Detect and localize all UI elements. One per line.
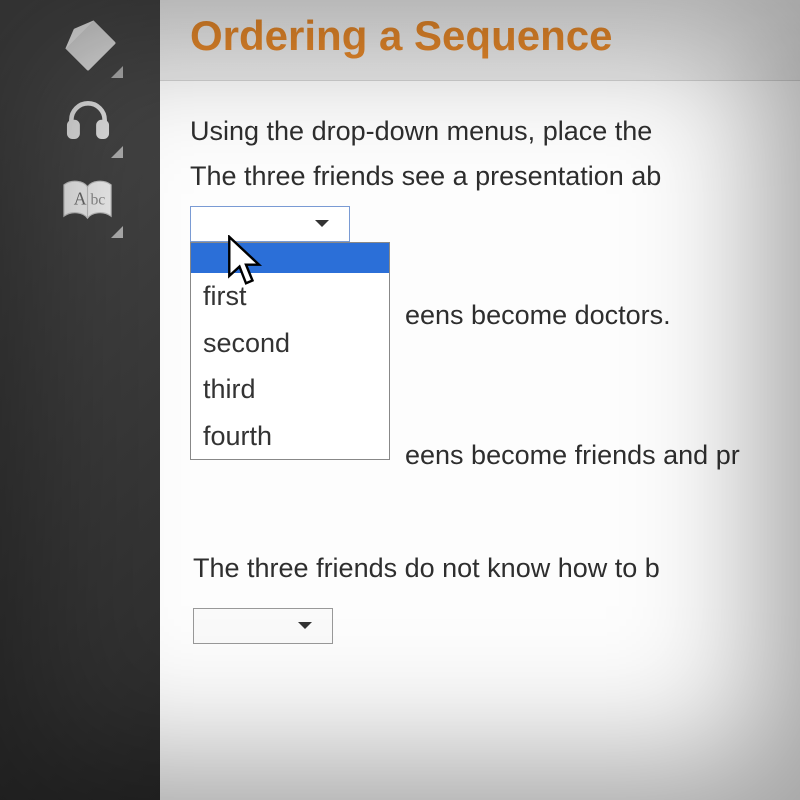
option-blank[interactable] [191,243,389,273]
pencil-icon [59,14,116,71]
content-area: Ordering a Sequence Using the drop-down … [160,0,800,800]
tool-pencil[interactable] [50,5,125,80]
mouse-cursor [225,235,267,292]
select-box[interactable] [190,206,350,242]
book-icon: A bc [60,178,115,228]
option-first[interactable]: first [191,273,389,320]
sentence-fragment-1: eens become doctors. [405,300,671,331]
tool-glossary[interactable]: A bc [50,165,125,240]
page-title: Ordering a Sequence [190,12,770,60]
select-box[interactable] [193,608,333,644]
svg-text:bc: bc [90,191,105,208]
sentence-fragment-3: The three friends do not know how to b [193,553,660,584]
option-third[interactable]: third [191,366,389,413]
instruction-line-1: Using the drop-down menus, place the [190,111,770,152]
svg-text:A: A [74,188,87,208]
toolbar-sidebar: A bc [0,0,160,800]
tool-headphones[interactable] [50,85,125,160]
order-select-1[interactable]: first second third fourth [190,206,350,242]
option-fourth[interactable]: fourth [191,413,389,460]
chevron-down-icon [315,220,329,234]
instruction-line-2: The three friends see a presentation ab [190,156,770,197]
sentence-fragment-2: eens become friends and pr [405,440,740,471]
title-bar: Ordering a Sequence [160,0,800,81]
headphones-icon [63,95,113,150]
chevron-down-icon [298,622,312,636]
option-second[interactable]: second [191,320,389,367]
dropdown-list[interactable]: first second third fourth [190,242,390,460]
order-select-2[interactable] [193,608,333,644]
